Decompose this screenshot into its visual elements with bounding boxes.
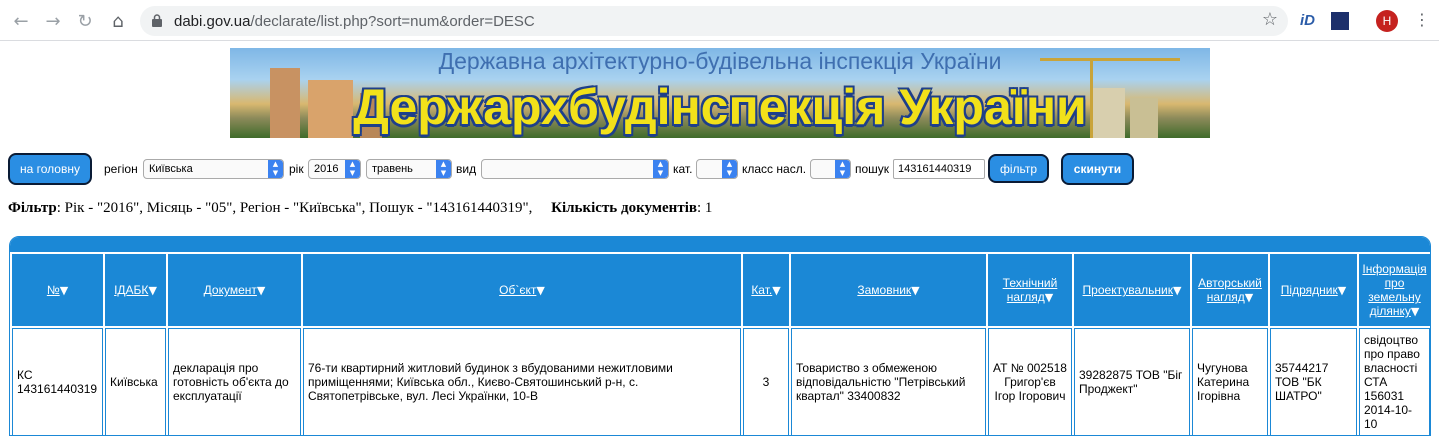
cell-tech-supervision: АТ № 002518 Григор'єв Ігор Ігорович <box>988 328 1072 436</box>
type-select[interactable]: ▲ ▼ <box>481 159 669 179</box>
extension-id-icon[interactable]: iD <box>1300 12 1315 29</box>
cell-land-info: свідоцтво про право власності СТА 156031… <box>1359 328 1430 436</box>
cell-author-supervision: Чугунова Катерина Ігорівна <box>1192 328 1268 436</box>
address-bar[interactable]: dabi.gov.ua/declarate/list.php?sort=num&… <box>140 6 1288 36</box>
filter-summary-text: : Рік - "2016", Місяць - "05", Регіон - … <box>56 200 533 216</box>
sort-link[interactable]: № <box>47 283 60 297</box>
cell-object: 76-ти квартирний житловий будинок з вбуд… <box>303 328 741 436</box>
url-host: dabi.gov.ua <box>174 13 251 30</box>
sort-link[interactable]: ІДАБК <box>114 283 148 297</box>
region-value: Київська <box>149 163 193 175</box>
sort-link[interactable]: Проектувальник <box>1083 283 1173 297</box>
table-header-row: №▼ ІДАБК▼ Документ▼ Об`єкт▼ Кат.▼ Замовн… <box>12 254 1430 326</box>
cell-category: 3 <box>743 328 789 436</box>
banner-subtitle: Державна архітектурно-будівельна інспекц… <box>438 48 1002 74</box>
lock-icon <box>152 14 162 27</box>
filter-summary: Фільтр: Рік - "2016", Місяць - "05", Рег… <box>8 200 712 217</box>
cell-contractor: 35744217 ТОВ "БК ШАТРО" <box>1270 328 1357 436</box>
sort-desc-icon[interactable]: ▼ <box>1245 291 1253 304</box>
home-button[interactable]: на головну <box>8 153 92 185</box>
category-select[interactable]: ▲ ▼ <box>696 159 738 179</box>
type-label: вид <box>456 162 477 176</box>
sort-desc-icon[interactable]: ▼ <box>772 284 780 297</box>
region-label: регіон <box>104 162 138 176</box>
site-banner: Державна архітектурно-будівельна інспекц… <box>230 48 1210 138</box>
chevron-updown-icon: ▲ ▼ <box>345 160 360 178</box>
bookmark-star-icon[interactable]: ☆ <box>1262 9 1278 30</box>
cell-num: КС 143161440319 <box>12 328 103 436</box>
column-header-designer[interactable]: Проектувальник▼ <box>1074 254 1190 326</box>
column-header-contractor[interactable]: Підрядник▼ <box>1270 254 1357 326</box>
column-header-author-supervision[interactable]: Авторський нагляд▼ <box>1192 254 1268 326</box>
column-header-category[interactable]: Кат.▼ <box>743 254 789 326</box>
profile-avatar[interactable]: H <box>1376 10 1398 32</box>
class-label: класс насл. <box>742 162 807 176</box>
forward-icon[interactable]: → <box>40 8 66 34</box>
document-count-label: Кількість документів <box>551 200 697 216</box>
year-value: 2016 <box>314 163 339 175</box>
class-select[interactable]: ▲ ▼ <box>810 159 851 179</box>
search-input[interactable]: 143161440319 <box>893 159 985 179</box>
url-path: /declarate/list.php?sort=num&order=DESC <box>250 13 535 30</box>
sort-link[interactable]: Підрядник <box>1281 283 1338 297</box>
cell-customer: Товариство з обмеженою відповідальністю … <box>791 328 986 436</box>
column-header-land-info[interactable]: Інформація про земельну ділянку▼ <box>1359 254 1430 326</box>
more-menu-icon[interactable]: ⋮ <box>1414 10 1430 29</box>
chevron-updown-icon: ▲ ▼ <box>436 160 451 178</box>
sort-desc-icon[interactable]: ▼ <box>1173 284 1181 297</box>
document-count-value: : 1 <box>696 200 713 216</box>
chevron-updown-icon: ▲ ▼ <box>653 160 668 178</box>
column-header-idabk[interactable]: ІДАБК▼ <box>105 254 166 326</box>
sort-desc-icon[interactable]: ▼ <box>60 284 68 297</box>
cell-idabk: Київська <box>105 328 166 436</box>
chevron-updown-icon: ▲ ▼ <box>835 160 850 178</box>
sort-desc-icon[interactable]: ▼ <box>536 284 544 297</box>
home-icon[interactable]: ⌂ <box>105 8 131 34</box>
sort-desc-icon[interactable]: ▼ <box>148 284 156 297</box>
month-select[interactable]: травень ▲ ▼ <box>366 159 452 179</box>
column-header-object[interactable]: Об`єкт▼ <box>303 254 741 326</box>
banner-title: Держархбудінспекція України <box>353 79 1087 135</box>
column-header-num[interactable]: №▼ <box>12 254 103 326</box>
results-table-container: №▼ ІДАБК▼ Документ▼ Об`єкт▼ Кат.▼ Замовн… <box>9 236 1431 436</box>
chevron-updown-icon: ▲ ▼ <box>722 160 737 178</box>
sort-link[interactable]: Кат. <box>751 283 772 297</box>
sort-desc-icon[interactable]: ▼ <box>1338 284 1346 297</box>
cell-document: декларація про готовність об'єкта до екс… <box>168 328 301 436</box>
month-value: травень <box>372 163 413 175</box>
category-label: кат. <box>673 162 693 176</box>
reload-icon[interactable]: ↻ <box>72 8 98 34</box>
cell-designer: 39282875 ТОВ "Біг Проджект" <box>1074 328 1190 436</box>
year-label: рік <box>289 162 304 176</box>
sort-desc-icon[interactable]: ▼ <box>1411 305 1419 318</box>
column-header-tech-supervision[interactable]: Технічний нагляд▼ <box>988 254 1072 326</box>
extension-icon[interactable] <box>1331 12 1349 30</box>
back-icon[interactable]: ← <box>8 8 34 34</box>
column-header-customer[interactable]: Замовник▼ <box>791 254 986 326</box>
sort-desc-icon[interactable]: ▼ <box>911 284 919 297</box>
region-select[interactable]: Київська ▲ ▼ <box>143 159 284 179</box>
reset-button[interactable]: скинути <box>1061 153 1134 185</box>
column-header-document[interactable]: Документ▼ <box>168 254 301 326</box>
sort-link[interactable]: Замовник <box>857 283 911 297</box>
table-top-bar <box>10 237 1430 252</box>
results-table: №▼ ІДАБК▼ Документ▼ Об`єкт▼ Кат.▼ Замовн… <box>10 252 1432 438</box>
filter-button[interactable]: фільтр <box>988 154 1049 183</box>
url-text: dabi.gov.ua/declarate/list.php?sort=num&… <box>174 13 535 30</box>
year-select[interactable]: 2016 ▲ ▼ <box>308 159 361 179</box>
sort-desc-icon[interactable]: ▼ <box>257 284 265 297</box>
search-label: пошук <box>855 162 890 176</box>
browser-toolbar: ← → ↻ ⌂ dabi.gov.ua/declarate/list.php?s… <box>0 0 1439 41</box>
sort-link[interactable]: Об`єкт <box>499 283 536 297</box>
table-row: КС 143161440319 Київська декларація про … <box>12 328 1430 436</box>
sort-desc-icon[interactable]: ▼ <box>1045 291 1053 304</box>
chevron-updown-icon: ▲ ▼ <box>268 160 283 178</box>
sort-link[interactable]: Документ <box>204 283 257 297</box>
filter-summary-label: Фільтр <box>8 200 57 216</box>
